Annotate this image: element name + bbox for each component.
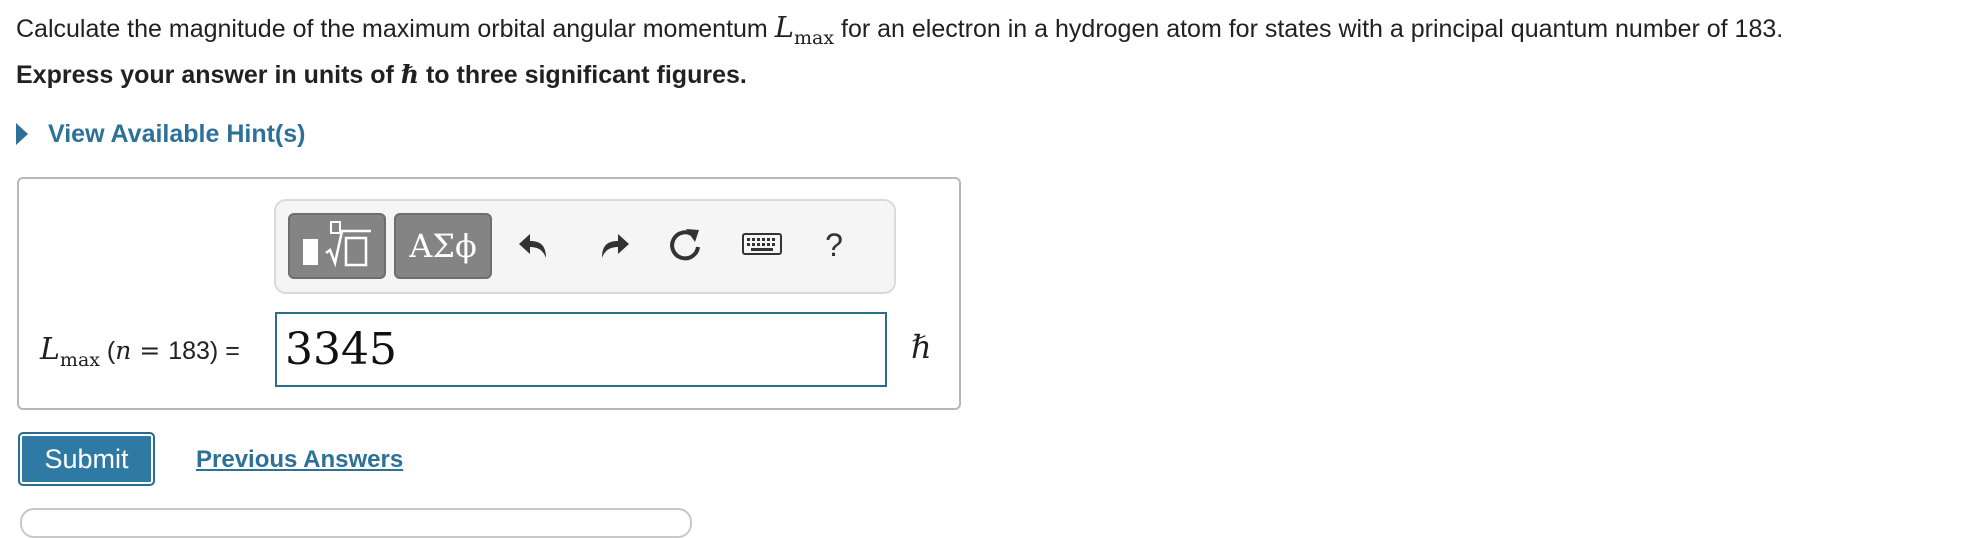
question-text-after: for an electron in a hydrogen atom for s…: [834, 15, 1784, 43]
question-text: Calculate the magnitude of the maximum o…: [16, 10, 1784, 49]
greek-letters-button[interactable]: ΑΣϕ: [394, 213, 492, 279]
expand-triangle-icon: [16, 123, 28, 145]
next-panel-edge: [20, 508, 692, 538]
previous-answers-link[interactable]: Previous Answers: [196, 446, 403, 474]
keyboard-icon: [742, 233, 782, 255]
math-toolbar: ΑΣϕ ?: [274, 199, 896, 294]
answer-label-equals: =: [131, 336, 169, 365]
instruction-text: Express your answer in units of ℏ to thr…: [16, 60, 747, 90]
redo-icon: [602, 234, 629, 258]
help-button[interactable]: ?: [814, 225, 854, 265]
l-max-subscript: max: [793, 27, 835, 49]
help-icon: ?: [825, 227, 843, 263]
answer-label-n: n: [115, 336, 132, 365]
keyboard-button[interactable]: [742, 225, 782, 265]
answer-l-symbol: L: [40, 332, 60, 367]
answer-unit-hbar: ℏ: [911, 328, 932, 366]
templates-button[interactable]: [288, 213, 386, 279]
undo-icon: [519, 234, 546, 258]
reset-button[interactable]: [666, 225, 706, 265]
hbar-symbol: ℏ: [400, 60, 420, 89]
view-hints-label: View Available Hint(s): [48, 120, 306, 148]
instruction-text-after: to three significant figures.: [419, 61, 747, 89]
submit-button[interactable]: Submit: [18, 432, 155, 486]
l-max-symbol: L: [774, 10, 794, 44]
answer-label-open: (: [99, 337, 116, 365]
question-text-before: Calculate the magnitude of the maximum o…: [16, 15, 775, 43]
answer-l-subscript: max: [59, 349, 100, 371]
instruction-text-before: Express your answer in units of: [16, 61, 401, 89]
view-hints-link[interactable]: View Available Hint(s): [16, 120, 305, 149]
answer-label-value: 183) =: [168, 337, 240, 365]
templates-icon: [303, 221, 371, 268]
redo-button[interactable]: [592, 225, 632, 265]
answer-input[interactable]: 3345: [275, 312, 887, 387]
undo-button[interactable]: [516, 225, 556, 265]
answer-label: Lmax (n = 183) =: [40, 332, 240, 371]
reset-icon: [670, 229, 700, 261]
